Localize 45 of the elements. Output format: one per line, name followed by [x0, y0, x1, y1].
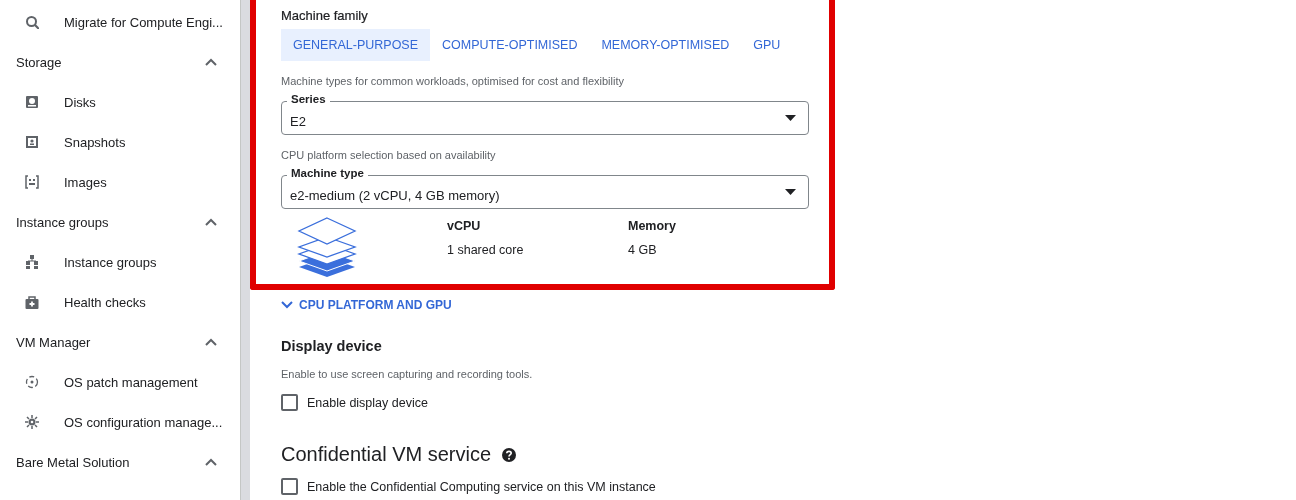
- spec-value: 4 GB: [628, 243, 658, 257]
- section-header[interactable]: Storage: [0, 42, 240, 82]
- section-title: Display device: [281, 338, 383, 354]
- dropdown-arrow-icon: [785, 115, 796, 121]
- sidebar-item[interactable]: OS patch management: [0, 362, 240, 402]
- spec-heading: Memory: [628, 219, 677, 233]
- description-text: Enable to use screen capturing and recording tools.: [281, 368, 534, 380]
- tab[interactable]: COMPUTE-OPTIMISED: [430, 29, 590, 61]
- hierarchy-icon: [25, 255, 39, 269]
- gear-icon: [25, 415, 39, 429]
- spec-heading: vCPU: [447, 219, 482, 233]
- scrollbar-track[interactable]: [240, 0, 250, 500]
- section-heading: Confidential VM service: [281, 443, 492, 466]
- bracket-grid-icon: [25, 175, 39, 189]
- tab[interactable]: GENERAL-PURPOSE: [281, 29, 431, 61]
- checkbox[interactable]: [281, 394, 298, 411]
- hint-text: Machine types for common workloads, optimised for cost and flexibility: [281, 75, 625, 87]
- sidebar-item[interactable]: Snapshots: [0, 122, 240, 162]
- checkbox-option[interactable]: Enable display device: [281, 394, 1296, 411]
- checkbox[interactable]: [281, 478, 298, 495]
- section-header[interactable]: Instance groups: [0, 202, 240, 242]
- expand-link[interactable]: CPU PLATFORM AND GPU: [281, 298, 452, 312]
- field-label: Machine type: [287, 167, 368, 179]
- cycle-icon: [25, 375, 39, 389]
- section-header[interactable]: Bare Metal Solution: [0, 442, 240, 482]
- field-label: Series: [287, 93, 330, 105]
- field-label: Machine family: [281, 8, 369, 23]
- sidebar-item[interactable]: OS configuration manage...: [0, 402, 240, 442]
- tab[interactable]: MEMORY-OPTIMISED: [589, 29, 742, 61]
- sidebar-item[interactable]: Migrate for Compute Engi...: [0, 2, 240, 42]
- sidebar-item[interactable]: Health checks: [0, 282, 240, 322]
- spec-value: 1 shared core: [447, 243, 525, 257]
- frame-icon: [25, 135, 39, 149]
- sidebar-item[interactable]: Images: [0, 162, 240, 202]
- tab[interactable]: GPU: [741, 29, 793, 61]
- sidebar-item[interactable]: Disks: [0, 82, 240, 122]
- hint-text: CPU platform selection based on availability: [281, 149, 497, 161]
- medical-bag-icon: [25, 295, 39, 309]
- section-header[interactable]: VM Manager: [0, 322, 240, 362]
- search-icon: [25, 15, 39, 29]
- stacked-layers-icon: [297, 217, 357, 277]
- dropdown-arrow-icon: [785, 189, 796, 195]
- help-icon: [501, 446, 518, 463]
- sidebar-item[interactable]: Instance groups: [0, 242, 240, 282]
- checkbox-option[interactable]: Enable the Confidential Computing service on this VM instance: [281, 478, 1296, 495]
